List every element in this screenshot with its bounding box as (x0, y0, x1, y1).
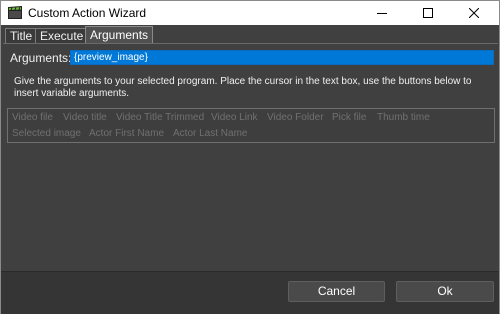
variable-button-video-title-trimmed[interactable]: Video Title Trimmed (116, 112, 204, 124)
variable-arguments-panel: Video file Video title Video Title Trimm… (7, 108, 495, 143)
ok-button[interactable]: Ok (396, 281, 494, 302)
maximize-icon (423, 8, 433, 18)
variable-button-thumb-time[interactable]: Thumb time (377, 112, 430, 124)
title-bar: Custom Action Wizard (1, 1, 499, 25)
close-button[interactable] (451, 1, 497, 25)
variable-button-selected-image[interactable]: Selected image (12, 128, 81, 140)
window-title: Custom Action Wizard (28, 6, 147, 20)
tab-arguments[interactable]: Arguments (85, 26, 154, 44)
arguments-input[interactable] (70, 50, 494, 65)
maximize-button[interactable] (405, 1, 451, 25)
variable-button-actor-first-name[interactable]: Actor First Name (89, 128, 164, 140)
tab-strip: Title Execute Arguments (1, 25, 499, 44)
cancel-button[interactable]: Cancel (288, 281, 385, 302)
tab-title[interactable]: Title (5, 28, 38, 44)
tab-divider (3, 43, 498, 44)
tab-execute[interactable]: Execute (35, 28, 89, 44)
clapperboard-icon (8, 5, 22, 19)
arguments-label: Arguments: (10, 51, 72, 65)
variable-button-video-file[interactable]: Video file (12, 112, 53, 124)
custom-action-wizard-window: Custom Action Wizard Title Execute Argum… (0, 0, 500, 314)
variable-button-pick-file[interactable]: Pick file (332, 112, 366, 124)
variable-button-video-link[interactable]: Video Link (211, 112, 258, 124)
close-icon (469, 8, 479, 18)
variable-button-video-title[interactable]: Video title (63, 112, 107, 124)
minimize-icon (377, 8, 387, 18)
minimize-button[interactable] (359, 1, 405, 25)
variable-button-actor-last-name[interactable]: Actor Last Name (173, 128, 247, 140)
help-text: Give the arguments to your selected prog… (14, 76, 472, 99)
variable-button-video-folder[interactable]: Video Folder (267, 112, 324, 124)
